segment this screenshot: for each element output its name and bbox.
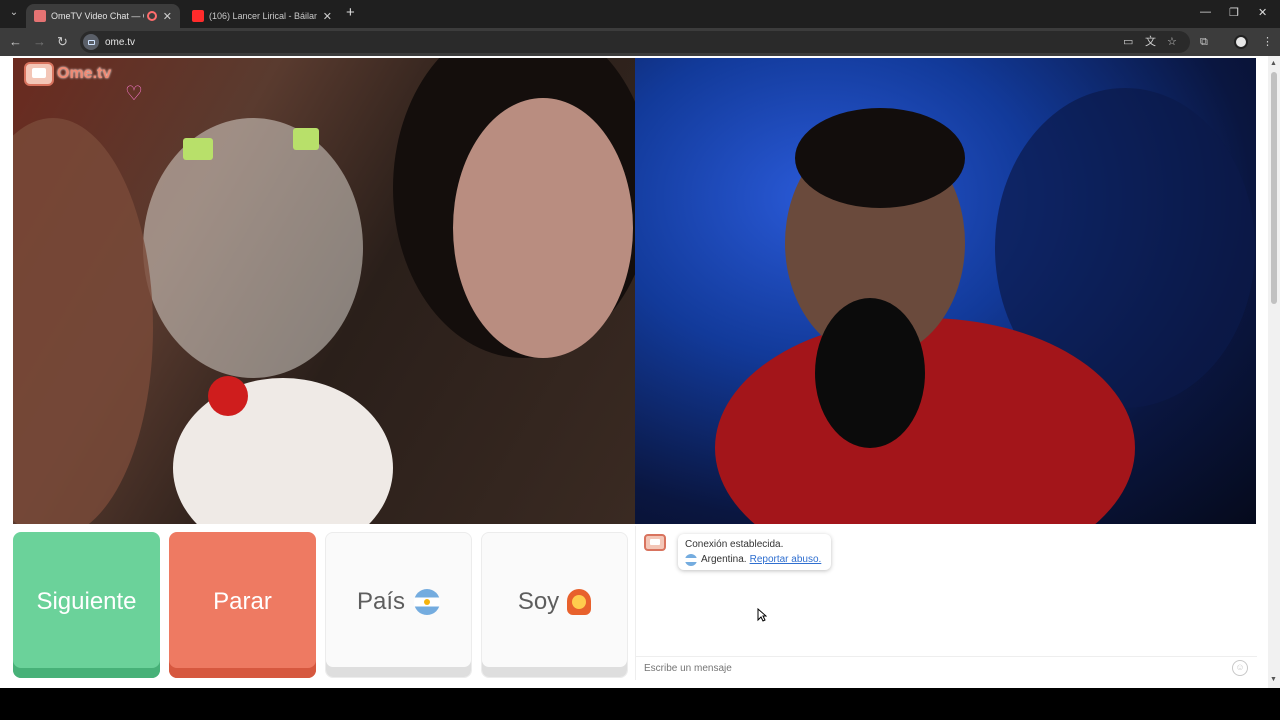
bottom-bar	[0, 688, 1280, 720]
stranger-video	[13, 58, 635, 524]
ometv-page: Ome.tv ♡ Siguiente Parar País Soy Conexi…	[0, 56, 1280, 688]
close-tab-icon[interactable]: ✕	[163, 10, 172, 23]
argentina-flag-icon	[414, 589, 441, 615]
next-button-label: Siguiente	[36, 588, 137, 615]
self-video	[635, 58, 1256, 524]
browser-toolbar: ← → ↻ ome.tv ▭ 文 ☆ ⧉ ⋮	[0, 28, 1280, 56]
argentina-flag-icon	[685, 553, 697, 566]
page-scrollbar[interactable]: ▲ ▼	[1268, 56, 1280, 688]
logo-text: Ome.tv	[57, 65, 112, 82]
gender-button-label: Soy	[517, 588, 560, 615]
profile-avatar[interactable]	[1234, 35, 1248, 49]
ometv-favicon-icon	[34, 10, 46, 22]
next-button[interactable]: Siguiente	[13, 532, 160, 678]
translate-icon[interactable]: 文	[1145, 35, 1156, 49]
close-tab-icon[interactable]: ✕	[323, 10, 332, 23]
country-button[interactable]: País	[325, 532, 472, 678]
tab-ometv[interactable]: OmeTV Video Chat — Ome ✕	[26, 4, 180, 28]
new-tab-icon[interactable]: +	[346, 5, 355, 21]
stop-button-label: Parar	[213, 588, 272, 615]
tab-title: OmeTV Video Chat — Ome	[51, 11, 144, 21]
close-window-icon[interactable]: ✕	[1258, 6, 1267, 19]
bookmark-star-icon[interactable]: ☆	[1167, 35, 1177, 49]
tab-search-icon[interactable]: ⌄	[6, 5, 22, 21]
minimize-icon[interactable]: —	[1200, 6, 1211, 18]
back-icon[interactable]: ←	[9, 34, 22, 50]
chat-panel: Conexión establecida. Argentina. Reporta…	[635, 526, 1257, 680]
system-message: Conexión establecida. Argentina. Reporta…	[678, 534, 831, 570]
message-input[interactable]	[636, 656, 1257, 680]
tab-bar: ⌄ OmeTV Video Chat — Ome ✕ (106) Lancer …	[0, 0, 1280, 28]
scroll-down-icon[interactable]: ▼	[1270, 676, 1277, 683]
country-button-label: País	[356, 588, 406, 615]
install-app-icon[interactable]: ▭	[1123, 35, 1133, 49]
extensions-icon[interactable]: ⧉	[1200, 35, 1208, 49]
address-bar[interactable]: ome.tv	[80, 31, 1190, 53]
tab-title: (106) Lancer Lirical - Báilame ft	[209, 11, 317, 21]
emoji-icon[interactable]: ☺	[1232, 660, 1248, 676]
gender-button[interactable]: Soy	[481, 532, 628, 678]
scroll-up-icon[interactable]: ▲	[1270, 60, 1277, 67]
url-text[interactable]: ome.tv	[105, 37, 135, 48]
tab-youtube[interactable]: (106) Lancer Lirical - Báilame ft ✕	[184, 4, 340, 28]
scrollbar-thumb[interactable]	[1271, 72, 1277, 304]
stop-button[interactable]: Parar	[169, 532, 316, 678]
restore-icon[interactable]: ❐	[1229, 6, 1239, 19]
ometv-logo: Ome.tv	[24, 62, 111, 86]
ometv-logo-icon	[24, 62, 54, 86]
site-info-icon[interactable]	[83, 34, 99, 50]
forward-icon[interactable]: →	[33, 34, 46, 50]
reload-icon[interactable]: ↻	[57, 34, 68, 50]
ometv-chat-avatar-icon	[644, 534, 666, 551]
mouse-cursor-icon	[757, 608, 767, 622]
woman-emoji-icon	[567, 589, 592, 615]
youtube-favicon-icon	[192, 10, 204, 22]
report-abuse-link[interactable]: Reportar abuso.	[750, 552, 822, 567]
connection-status: Conexión establecida.	[685, 539, 784, 550]
menu-kebab-icon[interactable]: ⋮	[1262, 35, 1273, 49]
stranger-country: Argentina.	[701, 554, 747, 565]
recording-icon	[146, 11, 157, 21]
heart-icon: ♡	[125, 83, 143, 105]
